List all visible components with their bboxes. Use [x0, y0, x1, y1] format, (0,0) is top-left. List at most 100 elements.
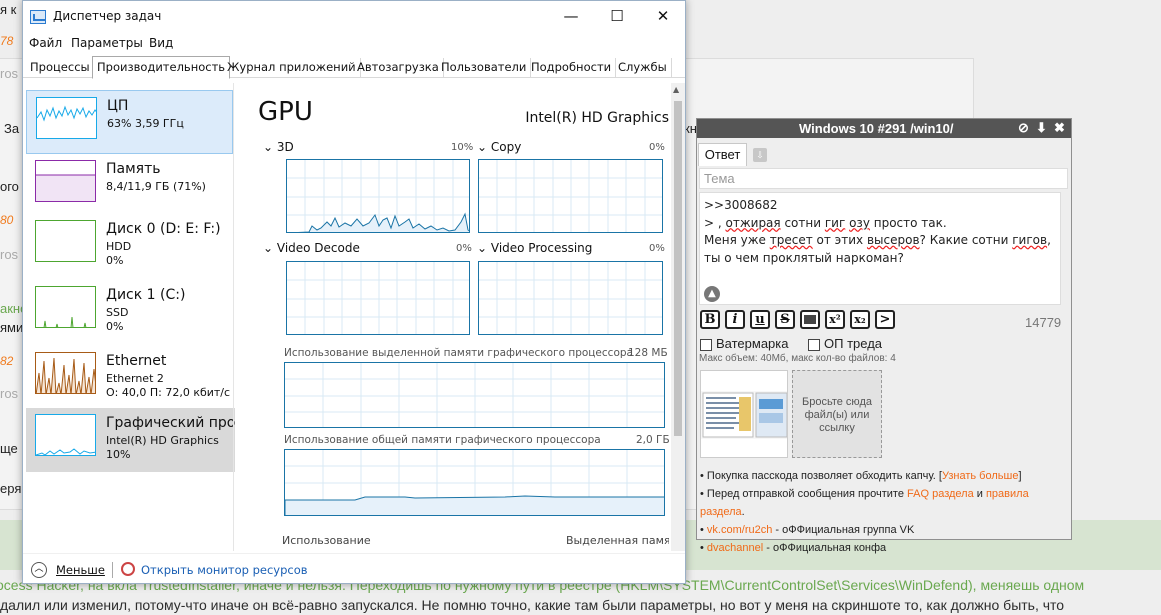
close-icon[interactable]: ✖ — [1054, 120, 1065, 136]
dvachannel-link[interactable]: dvachannel — [707, 542, 763, 554]
reply-title-bar[interactable]: Windows 10 #291 /win10/ ⊘ ⬇ ✖ — [697, 119, 1071, 138]
faq-link[interactable]: FAQ раздела — [907, 488, 974, 500]
task-manager-window: Диспетчер задач — ☐ ✕ Файл Параметры Вид… — [22, 0, 686, 584]
scrollbar-thumb[interactable] — [674, 101, 682, 436]
engine-label: Video Decode — [276, 241, 360, 255]
engine-graph-3d — [286, 159, 470, 233]
attached-image-thumbnail[interactable] — [700, 370, 788, 458]
bold-button[interactable]: B — [700, 310, 720, 329]
sidebar-item-label: Графический про — [106, 415, 236, 431]
footer: ︿ Меньше Открыть монитор ресурсов — [23, 553, 685, 585]
superscript-button[interactable]: x² — [825, 310, 845, 329]
rules-list: • Покупка пасскода позволяет обходить ка… — [700, 467, 1070, 557]
sidebar-item-memory[interactable]: Память 8,4/11,9 ГБ (71%) — [26, 154, 233, 218]
sidebar-item-value: 8,4/11,9 ГБ (71%) — [106, 180, 206, 193]
engine-percent: 10% — [451, 142, 474, 153]
quote-button[interactable]: > — [875, 310, 895, 329]
engine-percent: 0% — [456, 243, 472, 254]
dedicated-memory-max: 128 МБ — [628, 347, 668, 359]
watermark-checkbox[interactable] — [700, 339, 712, 351]
op-label: ОП треда — [824, 336, 883, 351]
subscript-button[interactable]: x₂ — [850, 310, 870, 329]
menu-bar: Файл Параметры Вид — [23, 33, 685, 55]
engine-selector-video-decode[interactable]: ⌄ Video Decode — [263, 241, 360, 255]
message-textarea[interactable]: >>3008682 > , отжирая сотни гиг озу прос… — [699, 192, 1061, 305]
message-line: > , отжирая сотни гиг озу просто так. — [704, 215, 947, 230]
sidebar-item-disk0[interactable]: Диск 0 (D: E: F:) HDD 0% — [26, 214, 233, 278]
arrow-down-icon[interactable]: ⬇ — [1036, 120, 1047, 136]
file-drop-zone[interactable]: Бросьте сюда файл(ы) или ссылку — [792, 370, 882, 458]
underline-button[interactable]: u — [750, 310, 770, 329]
bg-fragment: ще — [0, 441, 18, 456]
sidebar-item-label: Память — [106, 161, 161, 177]
menu-file[interactable]: Файл — [29, 36, 62, 50]
strike-button[interactable]: S — [775, 310, 795, 329]
usage-label: Использование — [282, 534, 371, 547]
bg-fragment: ого — [0, 179, 19, 194]
sidebar-divider — [233, 83, 234, 551]
engine-graph-copy — [478, 159, 663, 233]
tab-startup[interactable]: Автозагрузка — [353, 58, 444, 78]
rule-item: • dvachannel - оФФициальная конфа — [700, 542, 887, 554]
title-bar[interactable]: Диспетчер задач — ☐ ✕ — [23, 1, 685, 33]
message-line: Меня уже тресет от этих высеров? Какие с… — [704, 233, 1051, 247]
minimize-button[interactable]: — — [548, 1, 594, 33]
engine-selector-3d[interactable]: ⌄ 3D — [263, 140, 294, 154]
disk1-mini-graph — [35, 286, 96, 328]
sidebar-item-cpu[interactable]: ЦП 63% 3,59 ГГц — [26, 90, 233, 154]
block-icon[interactable]: ⊘ — [1018, 120, 1029, 136]
tab-performance[interactable]: Производительность — [92, 56, 231, 79]
chevron-down-icon: ⌄ — [263, 140, 277, 154]
learn-more-link[interactable]: Узнать больше — [942, 470, 1018, 482]
spoiler-button[interactable] — [800, 310, 820, 329]
tab-bar: Процессы Производительность Журнал прило… — [23, 56, 685, 79]
bg-bottom-line: далил или изменил, потому-что иначе он в… — [0, 597, 1065, 613]
reply-title: Windows 10 #291 /win10/ — [799, 121, 954, 136]
tab-app-history[interactable]: Журнал приложений — [223, 58, 361, 78]
engine-selector-video-processing[interactable]: ⌄ Video Processing — [477, 241, 592, 255]
reply-window: Windows 10 #291 /win10/ ⊘ ⬇ ✖ Ответ ⇩ Те… — [696, 118, 1072, 554]
tab-users[interactable]: Пользователи — [437, 58, 532, 78]
vertical-scrollbar[interactable]: ▲ — [671, 83, 685, 551]
bg-fragment: еря — [0, 481, 22, 496]
bg-fragment: я к — [0, 2, 17, 17]
engine-selector-copy[interactable]: ⌄ Copy — [477, 140, 521, 154]
engine-label: Video Processing — [490, 241, 593, 255]
chevron-up-icon[interactable]: ︿ — [31, 562, 47, 578]
vk-link[interactable]: vk.com/ru2ch — [707, 524, 772, 536]
char-counter: 14779 — [1025, 315, 1062, 330]
menu-options[interactable]: Параметры — [71, 36, 143, 50]
bg-fragment: 80 — [0, 213, 14, 227]
open-resource-monitor-link[interactable]: Открыть монитор ресурсов — [141, 563, 308, 577]
sidebar-item-value: 63% 3,59 ГГц — [107, 117, 184, 130]
dedicated-mem-stat-label: Выделенная памя — [566, 534, 669, 547]
tab-answer[interactable]: Ответ — [698, 143, 747, 166]
spellcheck-icon[interactable]: ▲ — [704, 286, 720, 302]
message-line: >>3008682 — [704, 198, 778, 212]
italic-button[interactable]: i — [725, 310, 745, 329]
scroll-up-icon[interactable]: ▲ — [673, 85, 679, 94]
gpu-adapter-name: Intel(R) HD Graphics — [525, 110, 669, 126]
watermark-label: Ватермарка — [716, 336, 789, 351]
sidebar-item-gpu[interactable]: Графический про Intel(R) HD Graphics 10% — [26, 408, 235, 472]
fewer-details-button[interactable]: Меньше — [56, 563, 105, 577]
sidebar-item-ethernet[interactable]: Ethernet Ethernet 2 О: 40,0 П: 72,0 кбит… — [26, 346, 233, 410]
op-checkbox[interactable] — [808, 339, 820, 351]
tab-secondary-icon[interactable]: ⇩ — [753, 148, 767, 162]
close-button[interactable]: ✕ — [640, 1, 686, 33]
sidebar-item-label: Ethernet — [106, 353, 167, 369]
tab-services[interactable]: Службы — [614, 58, 672, 78]
sidebar-item-disk1[interactable]: Диск 1 (C:) SSD 0% — [26, 280, 233, 344]
maximize-button[interactable]: ☐ — [594, 1, 640, 33]
sidebar-item-value: 10% — [106, 448, 131, 461]
sidebar-item-type: SSD — [106, 306, 129, 319]
tab-processes[interactable]: Процессы — [26, 58, 95, 78]
chevron-down-icon: ⌄ — [263, 241, 277, 255]
shared-memory-graph — [284, 449, 665, 516]
bg-fragment: ями — [0, 320, 24, 335]
subject-input[interactable]: Тема — [699, 168, 1068, 189]
menu-view[interactable]: Вид — [149, 36, 173, 50]
engine-percent: 0% — [649, 243, 665, 254]
page-title: GPU — [258, 97, 313, 127]
tab-details[interactable]: Подробности — [527, 58, 617, 78]
